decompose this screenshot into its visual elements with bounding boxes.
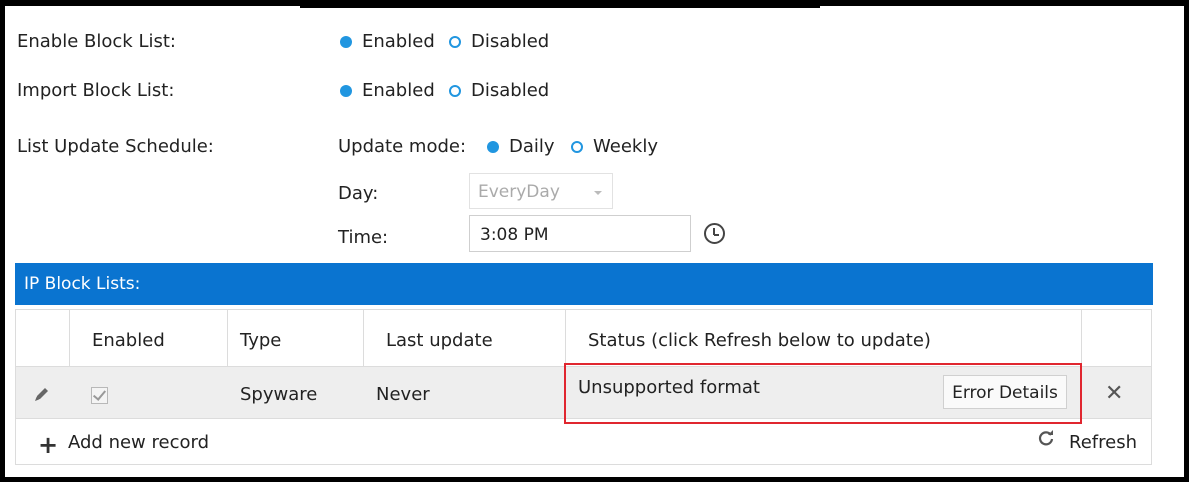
radio-label: Weekly bbox=[593, 136, 658, 157]
ip-block-lists-title: IP Block Lists: bbox=[24, 274, 141, 294]
time-input[interactable]: 3:08 PM bbox=[469, 215, 691, 252]
radio-unselected-icon bbox=[571, 140, 583, 153]
grid-footer: + Add new record Refresh bbox=[16, 419, 1151, 465]
radio-unselected-icon bbox=[449, 84, 461, 97]
import-block-list-label: Import Block List: bbox=[17, 80, 175, 101]
header-cell-status[interactable]: Status (click Refresh below to update) bbox=[566, 310, 1082, 366]
list-update-schedule-label: List Update Schedule: bbox=[17, 136, 214, 157]
radio-selected-icon bbox=[340, 84, 352, 97]
clock-icon[interactable] bbox=[704, 223, 725, 244]
time-input-value: 3:08 PM bbox=[480, 225, 549, 245]
enabled-checkbox[interactable] bbox=[91, 387, 108, 404]
day-label: Day: bbox=[338, 183, 379, 204]
column-header-status: Status (click Refresh below to update) bbox=[588, 330, 931, 351]
top-edge bbox=[300, 0, 820, 8]
radio-unselected-icon bbox=[449, 35, 461, 48]
status-highlight-box bbox=[564, 363, 1082, 424]
chevron-down-icon bbox=[594, 191, 602, 195]
pencil-icon[interactable] bbox=[33, 385, 51, 403]
enable-block-list-disabled-radio[interactable]: Disabled bbox=[449, 31, 549, 52]
column-header-last-update: Last update bbox=[386, 330, 493, 351]
import-block-list-disabled-radio[interactable]: Disabled bbox=[449, 80, 549, 101]
header-cell-type[interactable]: Type bbox=[228, 310, 364, 366]
time-label: Time: bbox=[338, 227, 389, 248]
radio-label: Disabled bbox=[471, 31, 550, 52]
column-header-type: Type bbox=[240, 330, 282, 351]
grid-header: Enabled Type Last update Status (click R… bbox=[16, 310, 1151, 367]
radio-label: Disabled bbox=[471, 80, 550, 101]
row-last-update: Never bbox=[376, 384, 430, 405]
day-select[interactable]: EveryDay bbox=[469, 173, 613, 209]
plus-icon[interactable]: + bbox=[38, 433, 58, 457]
update-mode-daily-radio[interactable]: Daily bbox=[487, 136, 555, 157]
radio-label: Enabled bbox=[362, 80, 435, 101]
radio-label: Daily bbox=[509, 136, 555, 157]
update-mode-label: Update mode: bbox=[338, 136, 467, 157]
enable-block-list-label: Enable Block List: bbox=[17, 31, 176, 52]
ip-block-lists-header: IP Block Lists: bbox=[15, 263, 1153, 305]
row-type: Spyware bbox=[240, 384, 318, 405]
update-mode-weekly-radio[interactable]: Weekly bbox=[571, 136, 658, 157]
enable-block-list-enabled-radio[interactable]: Enabled bbox=[340, 31, 435, 52]
header-cell-edit bbox=[16, 310, 70, 366]
import-block-list-enabled-radio[interactable]: Enabled bbox=[340, 80, 435, 101]
header-cell-enabled[interactable]: Enabled bbox=[70, 310, 228, 366]
add-new-record-link[interactable]: Add new record bbox=[68, 432, 209, 453]
delete-icon[interactable]: ✕ bbox=[1105, 383, 1123, 405]
refresh-link[interactable]: Refresh bbox=[1069, 432, 1137, 453]
column-header-enabled: Enabled bbox=[92, 330, 165, 351]
refresh-icon[interactable] bbox=[1037, 429, 1055, 447]
header-cell-last-update[interactable]: Last update bbox=[364, 310, 566, 366]
day-select-value: EveryDay bbox=[478, 182, 560, 202]
radio-selected-icon bbox=[340, 35, 352, 48]
radio-label: Enabled bbox=[362, 31, 435, 52]
radio-selected-icon bbox=[487, 140, 499, 153]
